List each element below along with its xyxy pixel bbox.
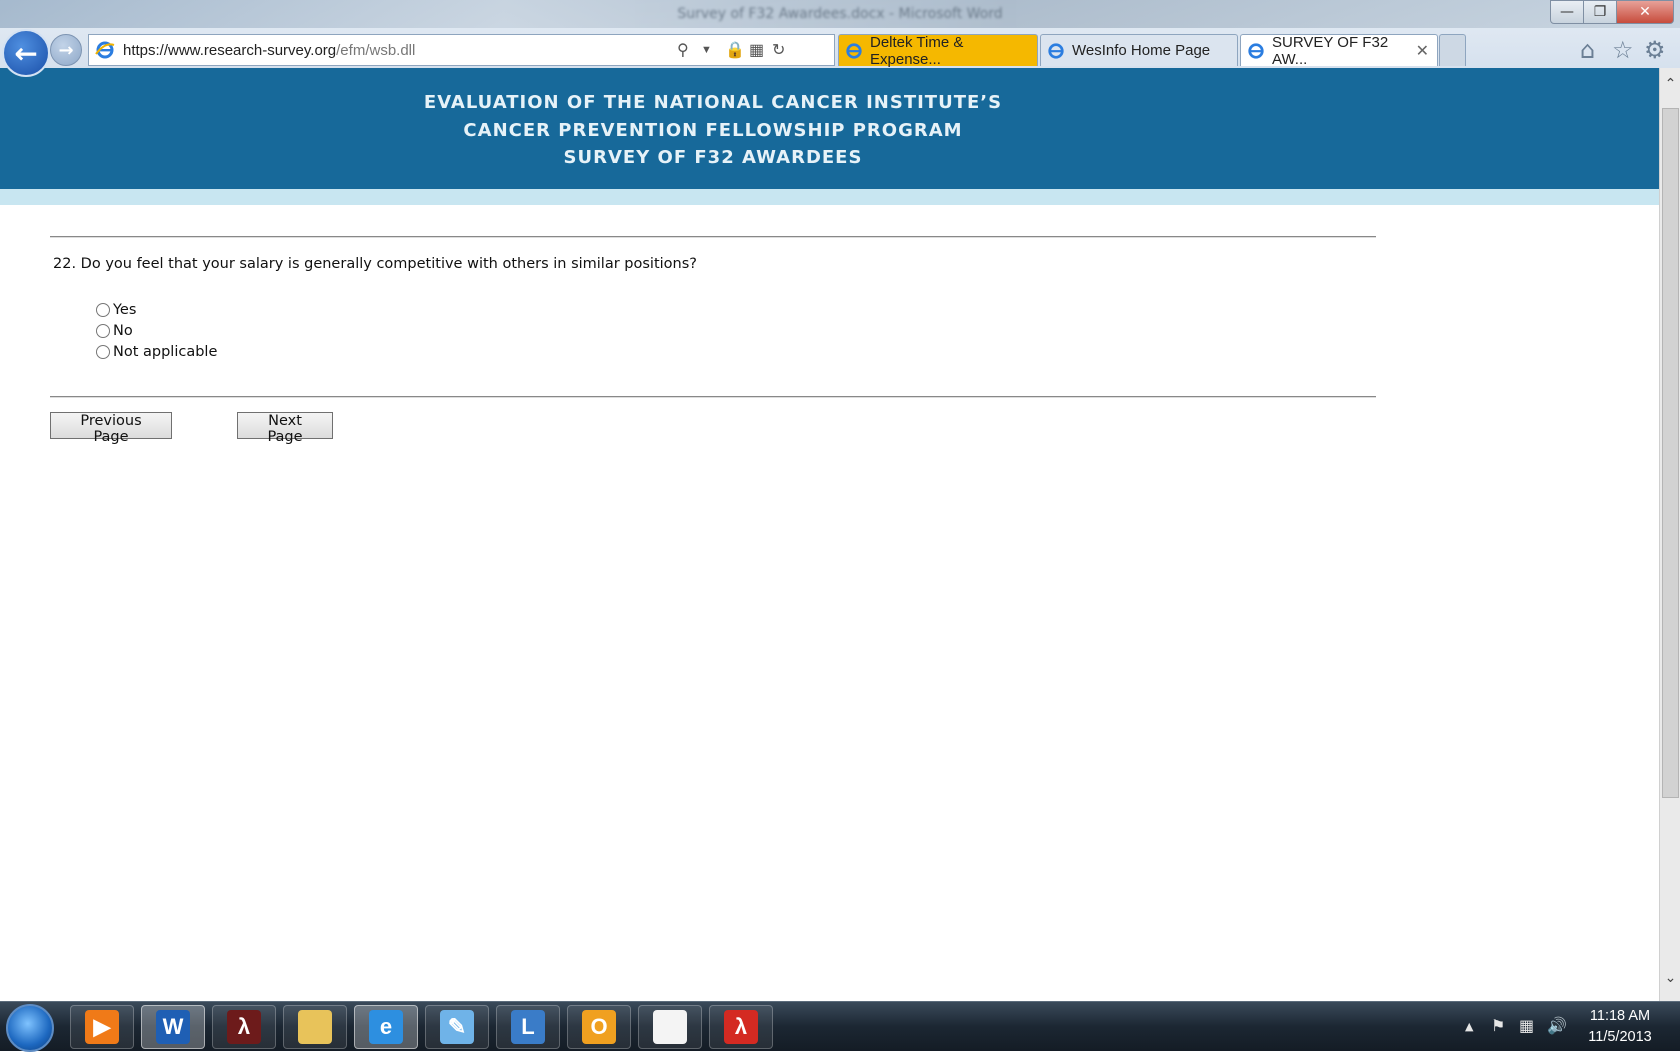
internet-explorer-icon <box>1248 42 1264 59</box>
network-icon[interactable]: ▦ <box>1519 1016 1534 1035</box>
previous-page-button[interactable]: Previous Page <box>50 412 172 445</box>
scroll-down-arrow-icon[interactable]: ⌄ <box>1660 970 1680 986</box>
acrobat-icon: λ <box>227 1010 261 1044</box>
pdf-icon: λ <box>724 1010 758 1044</box>
address-bar[interactable]: https://www.research-survey.org /efm/wsb… <box>88 34 835 66</box>
minimize-button[interactable]: — <box>1550 0 1584 24</box>
start-button[interactable] <box>6 1004 54 1052</box>
taskbar-word[interactable]: W <box>141 1005 205 1049</box>
banner-title-line-1: EVALUATION OF THE NATIONAL CANCER INSTIT… <box>423 92 1003 113</box>
close-window-button[interactable]: ✕ <box>1616 0 1674 24</box>
taskbar-media-player[interactable]: ▶ <box>70 1005 134 1049</box>
outlook-icon: O <box>582 1010 616 1044</box>
address-url-domain: https://www.research-survey.org <box>123 41 337 59</box>
blank-document-icon <box>653 1010 687 1044</box>
gear-icon[interactable]: ⚙ <box>1644 36 1666 64</box>
lync-icon: L <box>511 1010 545 1044</box>
media-player-icon: ▶ <box>85 1010 119 1044</box>
volume-icon[interactable]: 🔊 <box>1547 1016 1567 1035</box>
taskbar-internet-explorer[interactable]: e <box>354 1005 418 1049</box>
banner-title-line-2: CANCER PREVENTION FELLOWSHIP PROGRAM <box>463 119 963 141</box>
close-tab-icon[interactable]: ✕ <box>1416 41 1429 61</box>
taskbar-lync[interactable]: L <box>496 1005 560 1049</box>
maximize-button[interactable]: ❐ <box>1583 0 1617 24</box>
scroll-thumb[interactable] <box>1662 108 1679 798</box>
window-titlebar: Survey of F32 Awardees.docx - Microsoft … <box>0 0 1680 28</box>
compatibility-view-icon[interactable]: ▦ <box>749 40 764 60</box>
internet-explorer-icon <box>95 41 115 59</box>
taskbar-acrobat-pdf[interactable]: λ <box>709 1005 773 1049</box>
word-icon: W <box>156 1010 190 1044</box>
dropdown-arrow-icon[interactable]: ▼ <box>701 44 712 56</box>
option-label: No <box>113 323 133 339</box>
search-icon[interactable]: ⚲ <box>677 40 689 60</box>
back-button[interactable]: ← <box>2 29 50 77</box>
home-icon[interactable]: ⌂ <box>1580 36 1595 64</box>
scroll-up-arrow-icon[interactable]: ⌃ <box>1660 76 1680 92</box>
banner-title-line-3: SURVEY OF F32 AWARDEES <box>563 147 863 168</box>
lock-icon[interactable]: 🔒 <box>725 40 745 60</box>
show-hidden-icons-icon[interactable]: ▲ <box>1465 1020 1473 1033</box>
clock-time[interactable]: 11:18 AM <box>1580 1008 1660 1024</box>
survey-banner: EVALUATION OF THE NATIONAL CANCER INSTIT… <box>0 68 1659 205</box>
new-tab-button[interactable] <box>1439 34 1466 66</box>
taskbar-document[interactable] <box>638 1005 702 1049</box>
radio-no[interactable] <box>96 324 110 338</box>
vertical-scrollbar[interactable]: ⌃ ⌄ <box>1659 68 1680 1001</box>
radio-not-applicable[interactable] <box>96 345 110 359</box>
tab-label: Deltek Time & Expense... <box>870 33 964 68</box>
tab-wesinfo[interactable]: WesInfo Home Page <box>1040 34 1238 66</box>
next-page-button[interactable]: Next Page <box>237 412 333 445</box>
favorites-star-icon[interactable]: ☆ <box>1612 36 1634 64</box>
option-yes[interactable]: Yes <box>96 302 136 318</box>
taskbar-notepad[interactable]: ✎ <box>425 1005 489 1049</box>
refresh-icon[interactable]: ↻ <box>772 40 785 60</box>
windows-taskbar: ▶ W λ e ✎ L O λ ▲ ⚑ ▦ 🔊 11:18 AM 11/5/20… <box>0 1001 1680 1052</box>
action-center-flag-icon[interactable]: ⚑ <box>1491 1016 1505 1035</box>
divider <box>50 236 1376 238</box>
internet-explorer-icon: e <box>369 1010 403 1044</box>
taskbar-explorer[interactable] <box>283 1005 347 1049</box>
option-not-applicable[interactable]: Not applicable <box>96 344 217 360</box>
option-label: Yes <box>113 302 137 318</box>
window-title: Survey of F32 Awardees.docx - Microsoft … <box>677 6 1003 22</box>
forward-button[interactable]: → <box>50 34 82 66</box>
taskbar-outlook[interactable]: O <box>567 1005 631 1049</box>
browser-chrome: Survey of F32 Awardees.docx - Microsoft … <box>0 0 1680 77</box>
clock-date[interactable]: 11/5/2013 <box>1580 1029 1660 1045</box>
page-viewport: EVALUATION OF THE NATIONAL CANCER INSTIT… <box>0 68 1659 1001</box>
tab-label: SURVEY OF F32 AW... <box>1272 33 1389 68</box>
folder-icon <box>298 1010 332 1044</box>
internet-explorer-icon <box>1048 42 1064 59</box>
taskbar-acrobat[interactable]: λ <box>212 1005 276 1049</box>
address-url-path: /efm/wsb.dll <box>336 41 416 59</box>
option-no[interactable]: No <box>96 323 133 339</box>
option-label: Not applicable <box>113 344 218 360</box>
radio-yes[interactable] <box>96 303 110 317</box>
notepad-icon: ✎ <box>440 1010 474 1044</box>
internet-explorer-icon <box>846 42 862 59</box>
tab-survey[interactable]: SURVEY OF F32 AW... ✕ <box>1240 33 1438 68</box>
tab-deltek[interactable]: Deltek Time & Expense... <box>838 33 1038 68</box>
question-text: 22. Do you feel that your salary is gene… <box>53 256 697 272</box>
divider <box>50 396 1376 398</box>
tab-label: WesInfo Home Page <box>1072 42 1211 59</box>
